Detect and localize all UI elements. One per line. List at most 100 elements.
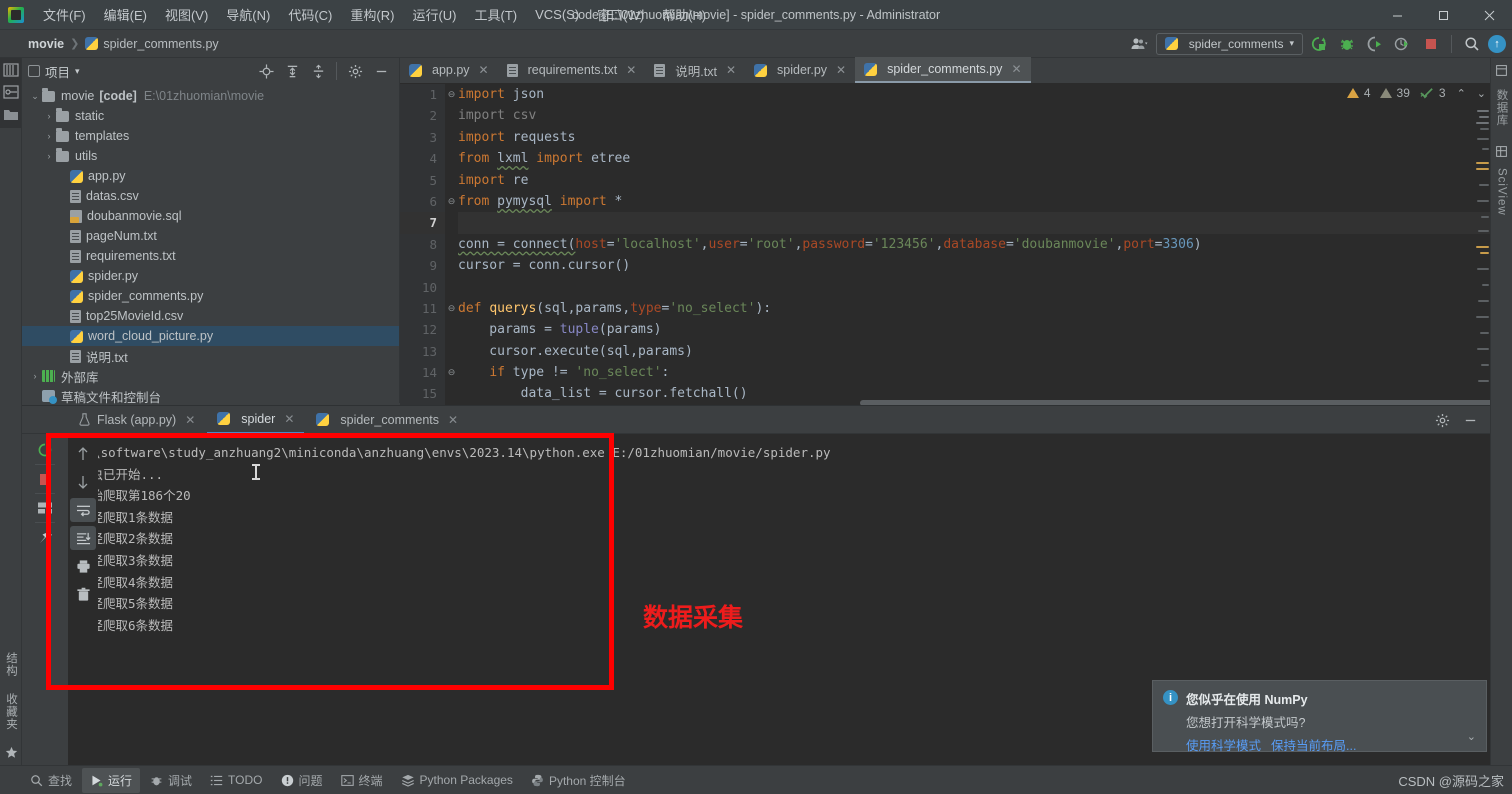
- hide-panel-icon[interactable]: [369, 60, 393, 82]
- code-folding-column[interactable]: ⊖ ⊖ ⊖ ⊖: [445, 84, 458, 405]
- tree-item[interactable]: ›外部库: [22, 366, 399, 386]
- tree-item[interactable]: 草稿文件和控制台: [22, 386, 399, 406]
- status-bar-item-search[interactable]: 查找: [22, 768, 80, 793]
- structure-tool-label[interactable]: 结构: [3, 652, 19, 677]
- maximize-button[interactable]: [1420, 0, 1466, 30]
- enable-scientific-mode-link[interactable]: 使用科学模式: [1186, 735, 1261, 754]
- tree-twisty-icon[interactable]: ⌄: [28, 91, 42, 102]
- run-coverage-button[interactable]: [1363, 33, 1387, 55]
- profile-button[interactable]: [1391, 33, 1415, 55]
- tree-item[interactable]: datas.csv: [22, 186, 399, 206]
- inspection-widget[interactable]: 4 39 3 ⌃ ⌄: [1347, 86, 1486, 100]
- menu-navigate[interactable]: 导航(N): [217, 1, 279, 28]
- tree-twisty-icon[interactable]: ›: [42, 131, 56, 141]
- prev-problem-icon[interactable]: ⌃: [1457, 87, 1466, 100]
- arrow-up-icon[interactable]: [70, 442, 96, 466]
- menu-vcs[interactable]: VCS(S): [526, 3, 588, 26]
- tree-twisty-icon[interactable]: ›: [28, 371, 42, 381]
- fold-toggle-icon[interactable]: ⊖: [447, 368, 456, 377]
- gear-icon[interactable]: [343, 60, 367, 82]
- close-icon[interactable]: ✕: [726, 63, 736, 77]
- close-icon[interactable]: ✕: [284, 412, 294, 426]
- editor-tab[interactable]: 说明.txt✕: [645, 57, 745, 83]
- code-editor[interactable]: 123456789101112131415 ⊖⊖⊖⊖ import jsonim…: [400, 84, 1490, 405]
- fold-toggle-icon[interactable]: ⊖: [447, 90, 456, 99]
- breadcrumb-project[interactable]: movie: [28, 37, 64, 51]
- pin-icon[interactable]: [32, 525, 58, 549]
- status-bar-item-todo[interactable]: TODO: [202, 769, 270, 791]
- sciview-tool-label[interactable]: SciView: [1496, 168, 1508, 216]
- menu-file[interactable]: 文件(F): [34, 1, 95, 28]
- run-tab[interactable]: spider✕: [207, 406, 304, 434]
- editor-tab[interactable]: spider.py✕: [745, 57, 855, 83]
- run-button[interactable]: [1307, 33, 1331, 55]
- arrow-down-icon[interactable]: [70, 470, 96, 494]
- tree-twisty-icon[interactable]: ›: [42, 151, 56, 161]
- grid-icon[interactable]: [1495, 145, 1508, 158]
- close-icon[interactable]: ✕: [1011, 62, 1021, 76]
- tree-item[interactable]: ›templates: [22, 126, 399, 146]
- star-icon[interactable]: [5, 746, 18, 759]
- menu-window[interactable]: 窗口(W): [588, 1, 653, 28]
- breadcrumb-file[interactable]: spider_comments.py: [85, 37, 218, 51]
- menu-tools[interactable]: 工具(T): [465, 1, 526, 28]
- tree-item[interactable]: pageNum.txt: [22, 226, 399, 246]
- rerun-icon[interactable]: [32, 438, 58, 462]
- close-icon[interactable]: ✕: [448, 413, 458, 427]
- status-bar-item-python-console[interactable]: Python 控制台: [523, 768, 634, 793]
- tree-item[interactable]: 说明.txt: [22, 346, 399, 366]
- menu-view[interactable]: 视图(V): [156, 1, 217, 28]
- print-icon[interactable]: [70, 554, 96, 578]
- status-bar-item-problems[interactable]: 问题: [273, 768, 331, 793]
- tree-item[interactable]: doubanmovie.sql: [22, 206, 399, 226]
- run-tab[interactable]: Flask (app.py)✕: [68, 406, 205, 434]
- tree-item[interactable]: requirements.txt: [22, 246, 399, 266]
- editor-tab[interactable]: spider_comments.py✕: [855, 57, 1030, 83]
- menu-code[interactable]: 代码(C): [279, 1, 341, 28]
- status-bar-item-terminal[interactable]: 终端: [333, 768, 391, 793]
- editor-minimap[interactable]: [1475, 104, 1489, 394]
- favorites-tool-label[interactable]: 收藏夹: [3, 693, 19, 731]
- close-icon[interactable]: ✕: [626, 63, 636, 77]
- gear-icon[interactable]: [1430, 409, 1454, 431]
- console-icon[interactable]: [32, 496, 58, 520]
- chevron-down-icon[interactable]: ⌄: [1467, 730, 1476, 743]
- tree-item[interactable]: app.py: [22, 166, 399, 186]
- expand-all-icon[interactable]: [280, 60, 304, 82]
- tree-twisty-icon[interactable]: ›: [42, 111, 56, 121]
- close-button[interactable]: [1466, 0, 1512, 30]
- close-icon[interactable]: ✕: [479, 63, 489, 77]
- menu-run[interactable]: 运行(U): [403, 1, 465, 28]
- commit-view-icon[interactable]: [3, 84, 19, 100]
- notifications-icon[interactable]: [1495, 64, 1508, 77]
- user-account-icon[interactable]: [1128, 33, 1152, 55]
- menu-help[interactable]: 帮助(H): [653, 1, 715, 28]
- project-view-icon[interactable]: [3, 62, 19, 78]
- tree-item[interactable]: spider_comments.py: [22, 286, 399, 306]
- status-bar-item-run[interactable]: 运行: [82, 768, 140, 793]
- tree-item[interactable]: ⌄movie[code]E:\01zhuomian\movie: [22, 86, 399, 106]
- scroll-to-end-icon[interactable]: [70, 526, 96, 550]
- code-content[interactable]: import jsonimport csvimport requestsfrom…: [458, 84, 1490, 405]
- editor-tab[interactable]: requirements.txt✕: [498, 57, 646, 83]
- numpy-notification[interactable]: i 您似乎在使用 NumPy 您想打开科学模式吗? 使用科学模式 保持当前布局.…: [1152, 680, 1487, 752]
- stop-button[interactable]: [1419, 33, 1443, 55]
- editor-tab[interactable]: app.py✕: [400, 57, 498, 83]
- tree-item[interactable]: spider.py: [22, 266, 399, 286]
- hide-panel-icon[interactable]: [1458, 409, 1482, 431]
- fold-toggle-icon[interactable]: ⊖: [447, 197, 456, 206]
- scroll-from-source-icon[interactable]: [254, 60, 278, 82]
- fold-toggle-icon[interactable]: ⊖: [447, 304, 456, 313]
- close-icon[interactable]: ✕: [836, 63, 846, 77]
- trash-icon[interactable]: [70, 582, 96, 606]
- status-bar-item-debug[interactable]: 调试: [142, 768, 200, 793]
- status-bar-item-packages[interactable]: Python Packages: [393, 769, 521, 791]
- collapse-all-icon[interactable]: [306, 60, 330, 82]
- database-tool-label[interactable]: 数据库: [1494, 89, 1510, 127]
- run-configuration-selector[interactable]: spider_comments ▾: [1156, 33, 1303, 55]
- menu-edit[interactable]: 编辑(E): [95, 1, 156, 28]
- minimize-button[interactable]: [1374, 0, 1420, 30]
- run-tab[interactable]: spider_comments✕: [306, 406, 468, 434]
- keep-layout-link[interactable]: 保持当前布局...: [1271, 735, 1356, 754]
- project-tree[interactable]: ⌄movie[code]E:\01zhuomian\movie›static›t…: [22, 84, 399, 406]
